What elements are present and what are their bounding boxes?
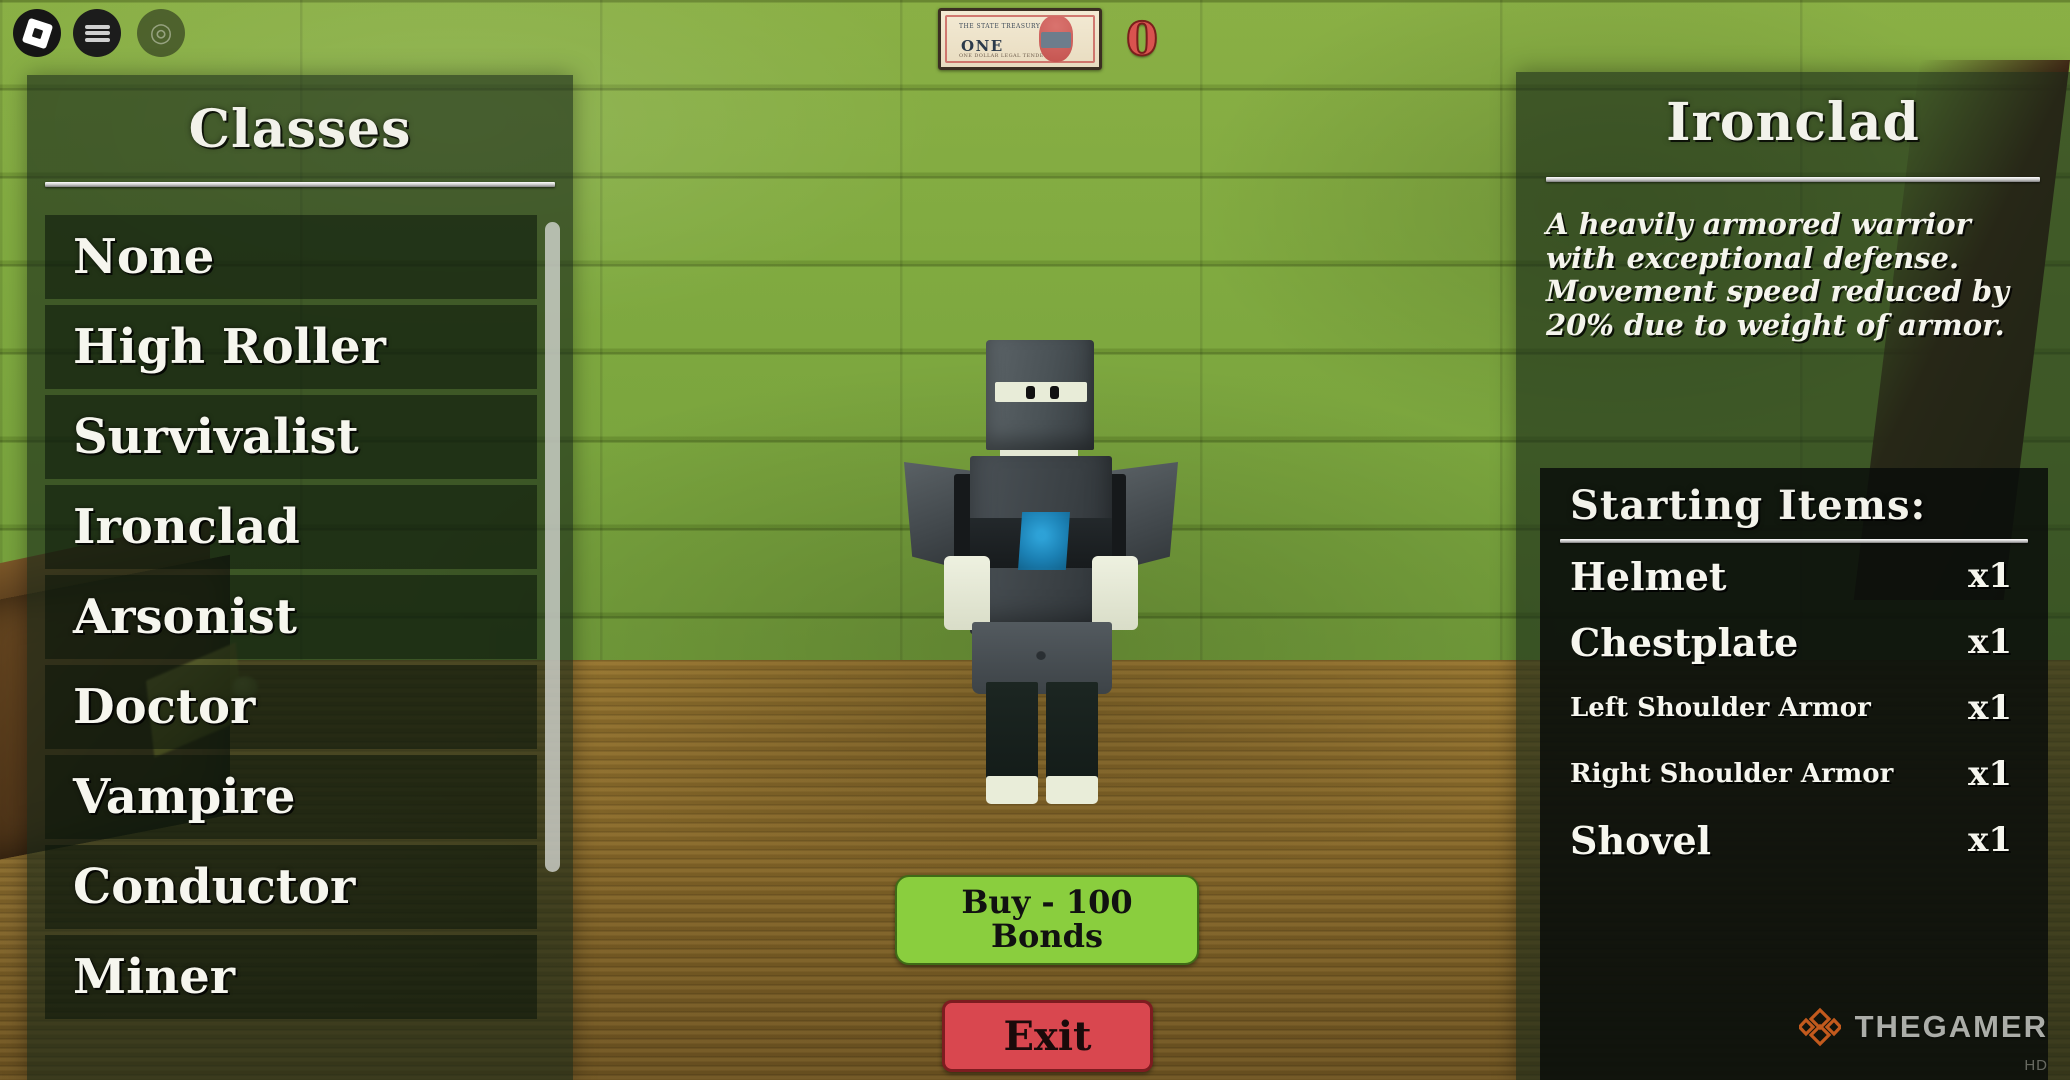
thegamer-watermark: THEGAMER: [1796, 1006, 2048, 1048]
class-list-item[interactable]: Ironclad: [45, 485, 537, 569]
right-eye: [1050, 386, 1059, 399]
starting-item-row: Shovel x1: [1540, 807, 2048, 873]
right-foot: [1046, 776, 1098, 804]
class-list-item[interactable]: High Roller: [45, 305, 537, 389]
starting-item-row: Right Shoulder Armor x1: [1540, 741, 2048, 807]
starting-item-qty: x1: [1968, 622, 2012, 662]
class-description: A heavily armored warrior with exception…: [1546, 207, 2010, 342]
starting-item-qty: x1: [1968, 820, 2012, 860]
roblox-logo-icon: [21, 17, 53, 49]
watermark-sub: HD: [2024, 1057, 2048, 1074]
buy-button-label: Buy - 100 Bonds: [961, 883, 1133, 955]
starting-item-name: Right Shoulder Armor: [1570, 759, 1894, 789]
left-hand: [944, 556, 990, 630]
currency-amount: 0: [1125, 12, 1159, 66]
menu-button[interactable]: [73, 9, 121, 57]
class-list-item[interactable]: Survivalist: [45, 395, 537, 479]
buy-button[interactable]: Buy - 100 Bonds: [895, 875, 1199, 965]
class-list-item-label: High Roller: [73, 319, 386, 375]
starting-item-row: Chestplate x1: [1540, 609, 2048, 675]
class-list-item-label: Survivalist: [73, 409, 359, 465]
class-list-item[interactable]: Conductor: [45, 845, 537, 929]
backpack-icon: ◎: [149, 18, 173, 48]
banknote-seal: [1039, 16, 1073, 62]
class-list-item-label: Arsonist: [73, 589, 297, 645]
classes-title-divider: [45, 182, 555, 187]
hamburger-icon: [84, 22, 110, 44]
starting-items-title: Starting Items:: [1570, 482, 1927, 529]
starting-item-name: Chestplate: [1570, 619, 1799, 665]
game-screen: ◎ THE STATE TREASURY NOTE ONE ONE DOLLAR…: [0, 0, 2070, 1080]
right-hand: [1092, 556, 1138, 630]
banknote-icon: THE STATE TREASURY NOTE ONE ONE DOLLAR L…: [938, 8, 1102, 70]
backpack-button[interactable]: ◎: [137, 9, 185, 57]
class-list-scrollbar[interactable]: [545, 222, 560, 877]
thegamer-logo-icon: [1796, 1006, 1843, 1048]
starting-items-box: Starting Items: Helmet x1 Chestplate x1 Left…: [1540, 468, 2048, 1080]
class-list-item[interactable]: Arsonist: [45, 575, 537, 659]
classes-panel-title: Classes: [188, 99, 412, 160]
class-list-item-label: Doctor: [73, 679, 256, 735]
class-list-item[interactable]: None: [45, 215, 537, 299]
class-list-item[interactable]: Vampire: [45, 755, 537, 839]
starting-item-qty: x1: [1968, 688, 2012, 728]
starting-item-qty: x1: [1968, 556, 2012, 596]
class-list-item-label: Conductor: [73, 859, 356, 915]
class-list-item-label: Miner: [73, 949, 236, 1005]
banknote-bottom-text: ONE DOLLAR LEGAL TENDER: [959, 53, 1048, 59]
exit-button[interactable]: Exit: [942, 1000, 1153, 1072]
starting-item-qty: x1: [1968, 754, 2012, 794]
starting-item-row: Left Shoulder Armor x1: [1540, 675, 2048, 741]
scrollbar-thumb[interactable]: [545, 222, 560, 872]
class-list-item-label: Vampire: [73, 769, 296, 825]
chest-emblem: [1018, 512, 1070, 570]
starting-item-name: Helmet: [1570, 553, 1727, 599]
classes-panel: Classes None High Roller Survivalist Ironcl…: [27, 75, 573, 1080]
class-list-item-label: None: [73, 229, 215, 285]
exit-button-label: Exit: [1003, 1012, 1092, 1060]
character-preview: [860, 340, 1220, 810]
starting-items-list: Helmet x1 Chestplate x1 Left Shoulder Armor x…: [1540, 543, 2048, 873]
currency-display: THE STATE TREASURY NOTE ONE ONE DOLLAR L…: [938, 8, 1159, 70]
class-list-item[interactable]: Doctor: [45, 665, 537, 749]
detail-title-divider: [1546, 177, 2040, 182]
starting-item-name: Shovel: [1570, 817, 1712, 863]
class-list[interactable]: None High Roller Survivalist Ironclad Arsoni…: [45, 215, 537, 1067]
armor-stud: [1036, 650, 1046, 660]
roblox-logo-button[interactable]: [13, 9, 61, 57]
class-detail-title: Ironclad: [1666, 92, 1920, 153]
class-detail-panel: Ironclad A heavily armored warrior with …: [1516, 72, 2070, 1080]
helmet-visor: [995, 382, 1087, 402]
starting-item-name: Left Shoulder Armor: [1570, 693, 1871, 723]
starting-item-row: Helmet x1: [1540, 543, 2048, 609]
class-list-item-label: Ironclad: [73, 499, 300, 555]
thegamer-wordmark: THEGAMER: [1854, 1009, 2048, 1044]
left-foot: [986, 776, 1038, 804]
left-eye: [1026, 386, 1035, 399]
class-list-item[interactable]: Miner: [45, 935, 537, 1019]
